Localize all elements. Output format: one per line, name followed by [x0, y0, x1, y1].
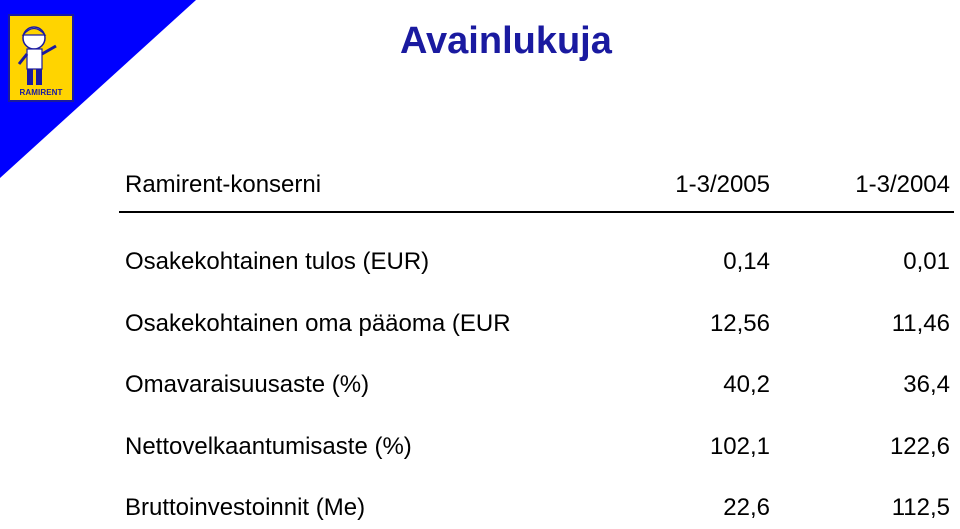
row-label: Bruttoinvestoinnit (Me) [125, 494, 366, 521]
row-label: Nettovelkaantumisaste (%) [125, 433, 412, 460]
column-header-2004: 1-3/2004 [855, 171, 950, 198]
value-2004: 0,01 [903, 248, 950, 275]
value-2004: 36,4 [903, 371, 950, 398]
ramirent-logo: RAMIRENT [8, 14, 74, 102]
value-2005: 12,56 [709, 310, 770, 337]
row-label: Osakekohtainen tulos (EUR) [125, 248, 430, 275]
value-2004: 11,46 [891, 310, 950, 337]
row-label: Omavaraisuusaste (%) [125, 371, 370, 398]
logo-wordmark: RAMIRENT [19, 88, 63, 97]
table-row: Bruttoinvestoinnit (Me) 22,6 112,5 [125, 490, 955, 526]
table-row: Osakekohtainen oma pääoma (EUR 12,56 11,… [125, 306, 955, 342]
value-2005: 22,6 [723, 494, 770, 521]
page-title: Avainlukuja [400, 20, 612, 62]
table-row: Osakekohtainen tulos (EUR) 0,14 0,01 [125, 244, 955, 280]
group-label: Ramirent-konserni [125, 171, 322, 198]
table-header-row: Ramirent-konserni 1-3/2005 1-3/2004 [125, 167, 955, 203]
column-header-2005: 1-3/2005 [675, 171, 770, 198]
table-row: Omavaraisuusaste (%) 40,2 36,4 [125, 367, 955, 403]
header-divider [119, 211, 954, 213]
value-2005: 0,14 [723, 248, 770, 275]
value-2004: 122,6 [889, 433, 950, 460]
value-2005: 102,1 [709, 433, 770, 460]
row-label: Osakekohtainen oma pääoma (EUR [125, 310, 511, 337]
value-2004: 112,5 [891, 494, 950, 521]
value-2005: 40,2 [723, 371, 770, 398]
table-row: Nettovelkaantumisaste (%) 102,1 122,6 [125, 429, 955, 465]
